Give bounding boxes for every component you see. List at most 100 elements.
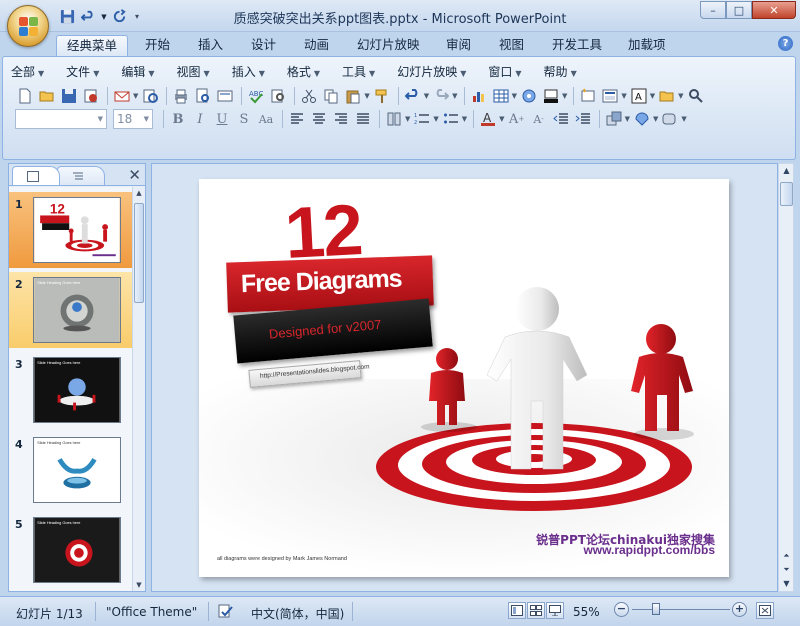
open-folder-icon[interactable] [37, 86, 57, 106]
undo-dropdown-icon[interactable]: ▼ [424, 92, 429, 100]
shape-fill-dropdown-icon[interactable]: ▼ [681, 115, 686, 123]
cut-icon[interactable] [299, 86, 319, 106]
scroll-thumb[interactable] [134, 203, 144, 303]
slide-thumbnail[interactable]: 4 Slide Heading Goes here [9, 432, 133, 508]
print-preview-icon[interactable] [193, 86, 213, 106]
decrease-font-icon[interactable]: A- [529, 109, 549, 129]
redo-dropdown-icon[interactable]: ▼ [452, 92, 457, 100]
align-right-icon[interactable] [331, 109, 351, 129]
menu-format[interactable]: 格式 ▼ [287, 63, 320, 81]
increase-font-icon[interactable]: A + [507, 109, 527, 129]
shape-fill-icon[interactable] [660, 109, 680, 129]
justify-icon[interactable] [353, 109, 373, 129]
print-icon[interactable] [171, 86, 191, 106]
decrease-indent-icon[interactable] [551, 109, 571, 129]
layout-icon[interactable] [600, 86, 620, 106]
scroll-up-icon[interactable]: ▲ [779, 164, 794, 178]
change-case-icon[interactable]: Aa [256, 109, 276, 129]
text-box-dropdown-icon[interactable]: ▼ [650, 92, 655, 100]
minimize-button[interactable]: – [700, 1, 726, 19]
fit-to-window-icon[interactable] [756, 602, 774, 619]
spell-check-icon[interactable] [218, 603, 234, 622]
zoom-slider-thumb[interactable] [652, 603, 660, 615]
email-dropdown-icon[interactable]: ▼ [133, 92, 138, 100]
format-painter-icon[interactable] [372, 86, 392, 106]
arrange-icon[interactable] [604, 109, 624, 129]
tab-addins[interactable]: 加载项 [618, 35, 676, 56]
paste-icon[interactable] [343, 86, 363, 106]
zoom-level[interactable]: 55% [573, 605, 600, 619]
scroll-down-icon[interactable]: ▼ [133, 579, 145, 591]
slide-thumbnail[interactable]: 3 Slide Heading Goes here [9, 352, 133, 428]
zoom-slider-track[interactable] [632, 609, 730, 610]
fill-color-icon[interactable] [541, 86, 561, 106]
zoom-in-icon[interactable]: + [732, 602, 747, 617]
office-button[interactable] [7, 5, 49, 47]
language[interactable]: 中文(简体，中国) [251, 605, 344, 622]
next-slide-icon[interactable]: ⏷ [779, 563, 794, 577]
menu-edit[interactable]: 编辑 ▼ [121, 63, 154, 81]
scroll-up-icon[interactable]: ▲ [133, 187, 145, 199]
slide-layout-icon[interactable] [215, 86, 235, 106]
normal-view-icon[interactable] [508, 602, 526, 619]
fill-dropdown-icon[interactable]: ▼ [562, 92, 567, 100]
tab-design[interactable]: 设计 [241, 35, 286, 56]
font-name-combo[interactable]: ▼ [15, 109, 107, 129]
tab-slides[interactable] [12, 166, 60, 185]
font-color-dropdown-icon[interactable]: ▼ [499, 115, 504, 123]
menu-insert[interactable]: 插入 ▼ [232, 63, 265, 81]
research-icon[interactable] [268, 86, 288, 106]
tab-developer[interactable]: 开发工具 [542, 35, 612, 56]
tab-slideshow[interactable]: 幻灯片放映 [347, 35, 430, 56]
close-button[interactable]: ✕ [752, 1, 796, 19]
slide-thumbnail[interactable]: 2 Slide Heading Goes here [9, 272, 133, 348]
maximize-button[interactable]: □ [726, 1, 752, 19]
arrange-dropdown-icon[interactable]: ▼ [625, 115, 630, 123]
increase-indent-icon[interactable] [573, 109, 593, 129]
tab-review[interactable]: 审阅 [436, 35, 481, 56]
permission-icon[interactable] [81, 86, 101, 106]
menu-view[interactable]: 视图 ▼ [177, 63, 210, 81]
scroll-thumb[interactable] [780, 182, 793, 206]
tab-outline[interactable] [57, 166, 105, 185]
main-scrollbar[interactable]: ▲ ⏶ ⏷ ▼ [778, 163, 794, 592]
tab-home[interactable]: 开始 [135, 35, 180, 56]
email-icon[interactable] [112, 86, 132, 106]
copy-icon[interactable] [321, 86, 341, 106]
tab-animation[interactable]: 动画 [294, 35, 339, 56]
menu-window[interactable]: 窗口 ▼ [488, 63, 521, 81]
menu-tools[interactable]: 工具 ▼ [342, 63, 375, 81]
undo-icon[interactable] [403, 86, 423, 106]
tab-view[interactable]: 视图 [489, 35, 534, 56]
new-file-icon[interactable] [15, 86, 35, 106]
help-icon[interactable]: ? [778, 36, 793, 51]
menu-all[interactable]: 全部 ▼ [11, 63, 44, 81]
columns-icon[interactable] [384, 109, 404, 129]
scroll-down-icon[interactable]: ▼ [779, 577, 794, 591]
numbering-dropdown-icon[interactable]: ▼ [433, 115, 438, 123]
insert-table-icon[interactable] [491, 86, 511, 106]
bullets-icon[interactable] [441, 109, 461, 129]
align-left-icon[interactable] [287, 109, 307, 129]
slideshow-view-icon[interactable] [546, 602, 564, 619]
spelling-icon[interactable]: ABC [246, 86, 266, 106]
shadow-icon[interactable]: S [234, 109, 254, 129]
underline-icon[interactable]: U [212, 109, 232, 129]
font-size-combo[interactable]: 18 ▼ [113, 109, 153, 129]
previous-slide-icon[interactable]: ⏶ [779, 549, 794, 563]
theme-name[interactable]: "Office Theme" [106, 605, 197, 619]
numbering-icon[interactable]: 12 [412, 109, 432, 129]
quick-styles-icon[interactable] [632, 109, 652, 129]
shapes-folder-icon[interactable] [657, 86, 677, 106]
publish-icon[interactable] [140, 86, 160, 106]
menu-file[interactable]: 文件 ▼ [66, 63, 99, 81]
find-icon[interactable] [686, 86, 706, 106]
slide-thumbnail[interactable]: 5 Slide Heading Goes here [9, 512, 133, 588]
menu-help[interactable]: 帮助 ▼ [544, 63, 577, 81]
italic-icon[interactable]: I [190, 109, 210, 129]
bold-icon[interactable]: B [168, 109, 188, 129]
table-dropdown-icon[interactable]: ▼ [512, 92, 517, 100]
bullets-dropdown-icon[interactable]: ▼ [462, 115, 467, 123]
align-center-icon[interactable] [309, 109, 329, 129]
save-icon[interactable] [59, 86, 79, 106]
